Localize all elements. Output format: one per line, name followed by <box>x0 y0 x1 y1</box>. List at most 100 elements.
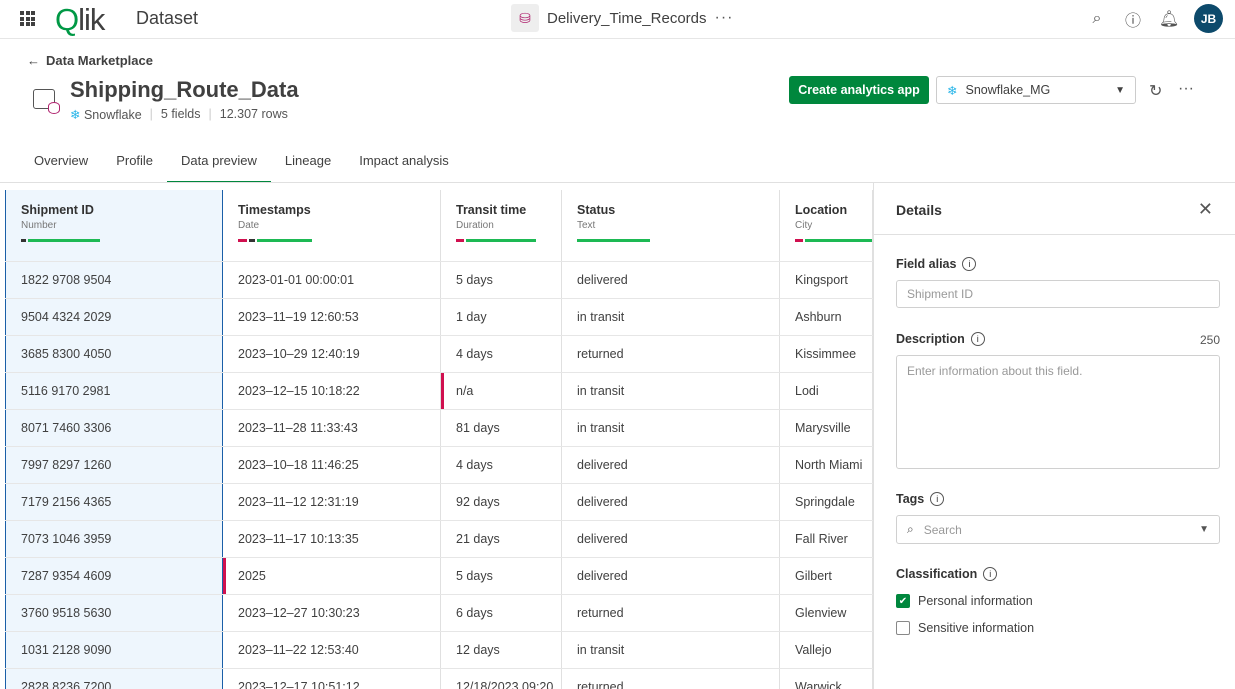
column-header[interactable]: Timestamps Date <box>223 190 441 261</box>
table-cell[interactable]: 2023-01-01 00:00:01 <box>223 262 441 298</box>
table-cell[interactable]: 2023–11–28 11:33:43 <box>223 410 441 446</box>
table-cell[interactable]: Kingsport <box>780 262 873 298</box>
table-cell[interactable]: 2023–12–17 10:51:12 <box>223 669 441 689</box>
refresh-icon[interactable]: ↻ <box>1149 81 1162 101</box>
table-cell[interactable]: 7073 1046 3959 <box>5 521 223 557</box>
tab-impact-analysis[interactable]: Impact analysis <box>345 145 463 183</box>
table-cell[interactable]: Glenview <box>780 595 873 631</box>
personal-information-checkbox[interactable]: ✔ Personal information <box>896 594 1033 608</box>
tab-profile[interactable]: Profile <box>102 145 167 183</box>
table-cell[interactable]: 5116 9170 2981 <box>5 373 223 409</box>
table-cell[interactable]: delivered <box>562 484 780 520</box>
table-cell[interactable]: Springdale <box>780 484 873 520</box>
search-icon[interactable]: ⌕ <box>1086 10 1108 28</box>
info-icon[interactable]: i <box>930 492 945 506</box>
table-cell[interactable]: returned <box>562 336 780 372</box>
tab-data-preview[interactable]: Data preview <box>167 145 271 183</box>
table-cell[interactable]: Lodi <box>780 373 873 409</box>
table-cell[interactable]: 92 days <box>441 484 562 520</box>
table-cell[interactable]: in transit <box>562 373 780 409</box>
tags-search-input[interactable]: ⌕ Search ▼ <box>896 515 1220 544</box>
table-cell[interactable]: 12 days <box>441 632 562 668</box>
table-cell[interactable]: 2023–11–12 12:31:19 <box>223 484 441 520</box>
table-cell[interactable]: 2023–11–17 10:13:35 <box>223 521 441 557</box>
info-icon[interactable]: i <box>983 567 998 581</box>
tab-overview[interactable]: Overview <box>20 145 102 183</box>
table-cell[interactable]: 1031 2128 9090 <box>5 632 223 668</box>
description-textarea[interactable]: Enter information about this field. <box>896 355 1220 469</box>
table-cell[interactable]: Kissimmee <box>780 336 873 372</box>
field-alias-input[interactable]: Shipment ID <box>896 280 1220 308</box>
table-cell[interactable]: 6 days <box>441 595 562 631</box>
more-options-icon[interactable]: ··· <box>715 9 734 27</box>
table-cell[interactable]: returned <box>562 669 780 689</box>
more-options-icon[interactable]: ··· <box>1178 80 1194 98</box>
avatar[interactable]: JB <box>1194 4 1223 33</box>
table-cell[interactable]: delivered <box>562 521 780 557</box>
table-cell[interactable]: in transit <box>562 410 780 446</box>
table-cell[interactable]: 2023–10–18 11:46:25 <box>223 447 441 483</box>
table-cell[interactable]: 7997 8297 1260 <box>5 447 223 483</box>
table-cell[interactable]: 4 days <box>441 447 562 483</box>
column-header[interactable]: Shipment ID Number <box>5 190 223 261</box>
table-cell[interactable]: Gilbert <box>780 558 873 594</box>
column-header[interactable]: Transit time Duration <box>441 190 562 261</box>
table-cell[interactable]: Fall River <box>780 521 873 557</box>
table-cell[interactable]: 5 days <box>441 558 562 594</box>
notification-bell-icon[interactable]: 🔔︎ <box>1158 9 1180 29</box>
table-cell[interactable]: 2023–11–22 12:53:40 <box>223 632 441 668</box>
table-cell[interactable]: 2023–11–19 12:60:53 <box>223 299 441 335</box>
column-header[interactable]: Location City <box>780 190 873 261</box>
table-cell[interactable]: 21 days <box>441 521 562 557</box>
table-cell[interactable]: 2025 <box>223 558 441 594</box>
table-cell[interactable]: 2023–10–29 12:40:19 <box>223 336 441 372</box>
table-cell[interactable]: 3685 8300 4050 <box>5 336 223 372</box>
column-name: Transit time <box>456 203 527 217</box>
table-cell[interactable]: Ashburn <box>780 299 873 335</box>
table-cell[interactable]: 3760 9518 5630 <box>5 595 223 631</box>
table-cell[interactable]: 5 days <box>441 262 562 298</box>
table-cell[interactable]: 9504 4324 2029 <box>5 299 223 335</box>
table-cell[interactable]: 2023–12–27 10:30:23 <box>223 595 441 631</box>
table-cell[interactable]: 4 days <box>441 336 562 372</box>
breadcrumb[interactable]: ← Data Marketplace <box>27 53 153 68</box>
tags-placeholder: Search <box>923 522 962 537</box>
table-cell[interactable]: 1 day <box>441 299 562 335</box>
data-quality-bar <box>238 239 312 242</box>
qlik-logo[interactable]: Qlik <box>55 2 105 38</box>
table-cell[interactable]: n/a <box>441 373 562 409</box>
table-cell[interactable]: Marysville <box>780 410 873 446</box>
data-quality-bar <box>795 239 872 242</box>
column-type: Text <box>577 220 596 231</box>
sensitive-information-checkbox[interactable]: Sensitive information <box>896 621 1034 635</box>
table-cell[interactable]: North Miami <box>780 447 873 483</box>
table-cell[interactable]: Vallejo <box>780 632 873 668</box>
info-icon[interactable]: i <box>970 332 985 346</box>
table-cell[interactable]: in transit <box>562 632 780 668</box>
table-cell[interactable]: 7179 2156 4365 <box>5 484 223 520</box>
table-cell[interactable]: returned <box>562 595 780 631</box>
app-launcher-icon[interactable] <box>20 11 35 26</box>
table-cell[interactable]: delivered <box>562 262 780 298</box>
data-quality-bar <box>21 239 100 242</box>
close-icon[interactable]: ✕ <box>1198 199 1213 220</box>
create-analytics-app-button[interactable]: Create analytics app <box>789 76 929 104</box>
table-cell[interactable]: 81 days <box>441 410 562 446</box>
column-header[interactable]: Status Text <box>562 190 780 261</box>
tabs: Overview Profile Data preview Lineage Im… <box>20 145 463 183</box>
table-cell[interactable]: 8071 7460 3306 <box>5 410 223 446</box>
table-cell[interactable]: 12/18/2023 09:20 <box>441 669 562 689</box>
tab-lineage[interactable]: Lineage <box>271 145 345 183</box>
info-icon[interactable]: i <box>962 257 977 271</box>
table-cell[interactable]: in transit <box>562 299 780 335</box>
table-cell[interactable]: delivered <box>562 558 780 594</box>
table-cell[interactable]: 2023–12–15 10:18:22 <box>223 373 441 409</box>
table-cell[interactable]: 7287 9354 4609 <box>5 558 223 594</box>
table-cell[interactable]: Warwick <box>780 669 873 689</box>
table-cell[interactable]: 1822 9708 9504 <box>5 262 223 298</box>
help-icon[interactable]: ⓘ <box>1122 7 1144 31</box>
table-row: 2828 8236 7200 2023–12–17 10:51:12 12/18/2… <box>5 669 873 689</box>
table-cell[interactable]: 2828 8236 7200 <box>5 669 223 689</box>
table-cell[interactable]: delivered <box>562 447 780 483</box>
connection-select[interactable]: ❄ Snowflake_MG ▼ <box>936 76 1136 104</box>
